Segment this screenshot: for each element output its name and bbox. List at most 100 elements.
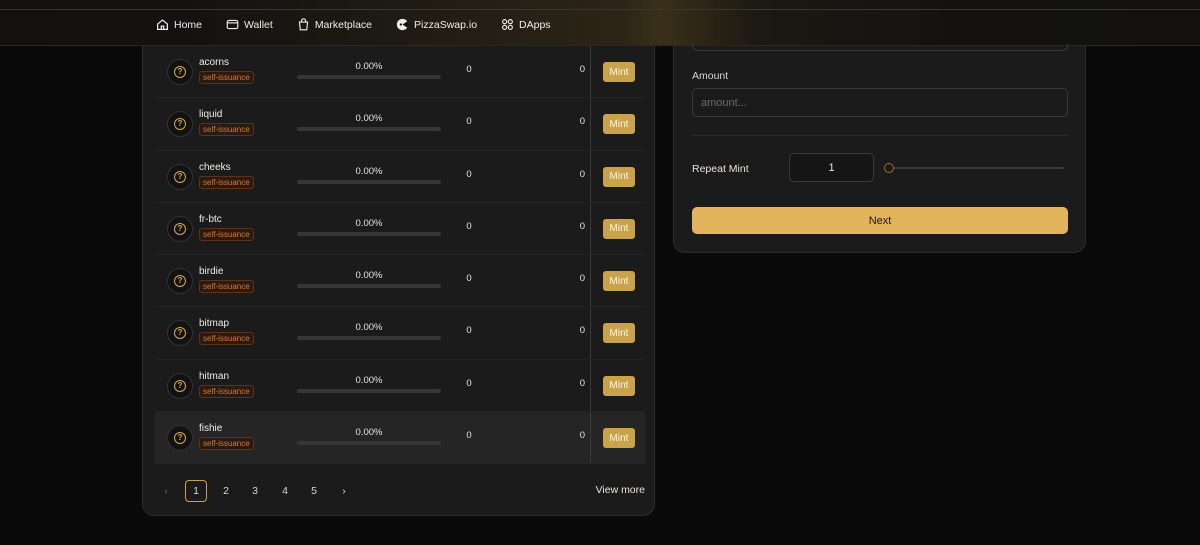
pagination-page-2[interactable]: 2 bbox=[215, 480, 237, 502]
holders-count: 0 bbox=[466, 377, 472, 389]
holders-count: 0 bbox=[466, 64, 472, 75]
mint-button[interactable]: Mint bbox=[603, 62, 635, 82]
pizzaswap-icon bbox=[396, 18, 409, 31]
mint-progress-bar bbox=[297, 179, 441, 184]
question-icon: ? bbox=[174, 379, 186, 392]
token-input[interactable] bbox=[692, 44, 1068, 51]
mint-button[interactable]: Mint bbox=[603, 166, 635, 187]
pagination-page-1[interactable]: 1 bbox=[185, 480, 207, 502]
dapps-icon bbox=[502, 19, 513, 30]
view-more-link[interactable]: View more bbox=[596, 484, 645, 496]
token-icon: ? bbox=[167, 268, 193, 295]
nav-dapps[interactable]: DApps bbox=[501, 18, 551, 31]
token-row[interactable]: ? bitmap self-issuance 0.00% 0 0 Mint bbox=[155, 307, 645, 360]
pagination-page-5[interactable]: 5 bbox=[303, 480, 325, 502]
mint-progress-text: 0.00% bbox=[355, 427, 383, 439]
token-icon: ? bbox=[167, 372, 193, 399]
nav-dapps-label: DApps bbox=[519, 18, 551, 31]
column-separator bbox=[590, 412, 591, 464]
self-issuance-badge: self-issuance bbox=[199, 332, 254, 346]
mint-progress-text: 0.00% bbox=[355, 322, 383, 334]
top-navigation-bar: Home Wallet Marketplace PizzaSwap.io DAp… bbox=[0, 0, 1200, 46]
token-row[interactable]: ? fishie self-issuance 0.00% 0 0 Mint bbox=[155, 412, 645, 465]
token-row[interactable]: ? fr-btc self-issuance 0.00% 0 0 Mint bbox=[155, 202, 645, 256]
question-icon: ? bbox=[174, 275, 186, 288]
mint-progress-bar bbox=[297, 231, 441, 236]
self-issuance-badge: self-issuance bbox=[199, 123, 254, 137]
token-row[interactable]: ? acorns self-issuance 0.00% 0 0 Mint bbox=[155, 46, 645, 99]
mint-progress-text: 0.00% bbox=[355, 61, 383, 72]
mint-progress-text: 0.00% bbox=[355, 217, 383, 229]
transactions-count: 0 bbox=[579, 64, 585, 75]
token-name: cheeks bbox=[199, 161, 231, 173]
holders-count: 0 bbox=[466, 116, 472, 128]
column-separator bbox=[590, 255, 591, 307]
repeat-mint-slider-track[interactable] bbox=[886, 167, 1064, 169]
nav-marketplace[interactable]: Marketplace bbox=[297, 18, 372, 31]
mint-button[interactable]: Mint bbox=[603, 114, 635, 135]
mint-progress-text: 0.00% bbox=[355, 113, 383, 125]
self-issuance-badge: self-issuance bbox=[199, 175, 254, 189]
question-icon: ? bbox=[174, 170, 186, 183]
token-name: liquid bbox=[199, 109, 223, 121]
mint-progress-text: 0.00% bbox=[355, 374, 383, 386]
holders-count: 0 bbox=[466, 430, 472, 442]
holders-count: 0 bbox=[466, 168, 472, 180]
next-button[interactable]: Next bbox=[692, 207, 1068, 234]
transactions-count: 0 bbox=[579, 377, 585, 389]
transactions-count: 0 bbox=[579, 220, 585, 232]
token-icon: ? bbox=[167, 111, 193, 138]
mint-button[interactable]: Mint bbox=[603, 323, 635, 344]
token-list-panel: ? acorns self-issuance 0.00% 0 0 Mint? liquid se… bbox=[142, 46, 655, 516]
nav-wallet[interactable]: Wallet bbox=[226, 18, 273, 31]
self-issuance-badge: self-issuance bbox=[199, 71, 254, 84]
mint-progress-bar bbox=[297, 336, 441, 341]
pagination-page-4[interactable]: 4 bbox=[274, 480, 296, 502]
mint-progress-bar bbox=[297, 127, 441, 132]
repeat-mint-input[interactable] bbox=[789, 153, 874, 182]
transactions-count: 0 bbox=[579, 273, 585, 285]
transactions-count: 0 bbox=[579, 430, 585, 442]
pagination-next-button[interactable]: › bbox=[333, 480, 355, 502]
form-divider bbox=[692, 135, 1068, 136]
amount-input[interactable] bbox=[692, 88, 1068, 117]
top-strip bbox=[0, 0, 1200, 10]
question-icon: ? bbox=[174, 432, 186, 445]
token-name: fishie bbox=[199, 423, 223, 435]
mint-progress-bar bbox=[297, 388, 441, 393]
self-issuance-badge: self-issuance bbox=[199, 437, 254, 451]
mint-progress-bar bbox=[297, 441, 441, 446]
token-row[interactable]: ? hitman self-issuance 0.00% 0 0 Mint bbox=[155, 359, 645, 413]
column-separator bbox=[590, 46, 591, 98]
token-row[interactable]: ? birdie self-issuance 0.00% 0 0 Mint bbox=[155, 255, 645, 308]
pagination-prev-button[interactable]: ‹ bbox=[155, 480, 177, 502]
token-row[interactable]: ? liquid self-issuance 0.00% 0 0 Mint bbox=[155, 98, 645, 151]
mint-button[interactable]: Mint bbox=[603, 271, 635, 292]
mint-button[interactable]: Mint bbox=[603, 218, 635, 239]
token-row[interactable]: ? cheeks self-issuance 0.00% 0 0 Mint bbox=[155, 150, 645, 203]
pagination-page-3[interactable]: 3 bbox=[244, 480, 266, 502]
question-icon: ? bbox=[174, 118, 186, 131]
repeat-mint-label: Repeat Mint bbox=[692, 163, 749, 175]
question-icon: ? bbox=[174, 327, 186, 340]
holders-count: 0 bbox=[466, 273, 472, 285]
pagination: ‹ 1 2 3 4 5 › View more bbox=[155, 480, 645, 502]
holders-count: 0 bbox=[466, 220, 472, 232]
token-icon: ? bbox=[167, 425, 193, 452]
column-separator bbox=[590, 359, 591, 412]
token-list: ? acorns self-issuance 0.00% 0 0 Mint? liquid se… bbox=[155, 46, 645, 465]
token-icon: ? bbox=[167, 215, 193, 242]
mint-button[interactable]: Mint bbox=[603, 428, 635, 449]
mint-button[interactable]: Mint bbox=[603, 375, 635, 396]
column-separator bbox=[590, 307, 591, 359]
token-icon: ? bbox=[167, 59, 193, 85]
nav-pizzaswap[interactable]: PizzaSwap.io bbox=[396, 18, 477, 31]
mint-progress-text: 0.00% bbox=[355, 270, 383, 282]
repeat-mint-slider-handle[interactable] bbox=[884, 163, 894, 173]
nav-home-label: Home bbox=[174, 18, 203, 31]
bag-icon bbox=[298, 18, 309, 31]
token-name: acorns bbox=[199, 57, 230, 68]
token-icon: ? bbox=[167, 320, 193, 347]
transactions-count: 0 bbox=[579, 116, 585, 128]
nav-home[interactable]: Home bbox=[156, 18, 202, 31]
